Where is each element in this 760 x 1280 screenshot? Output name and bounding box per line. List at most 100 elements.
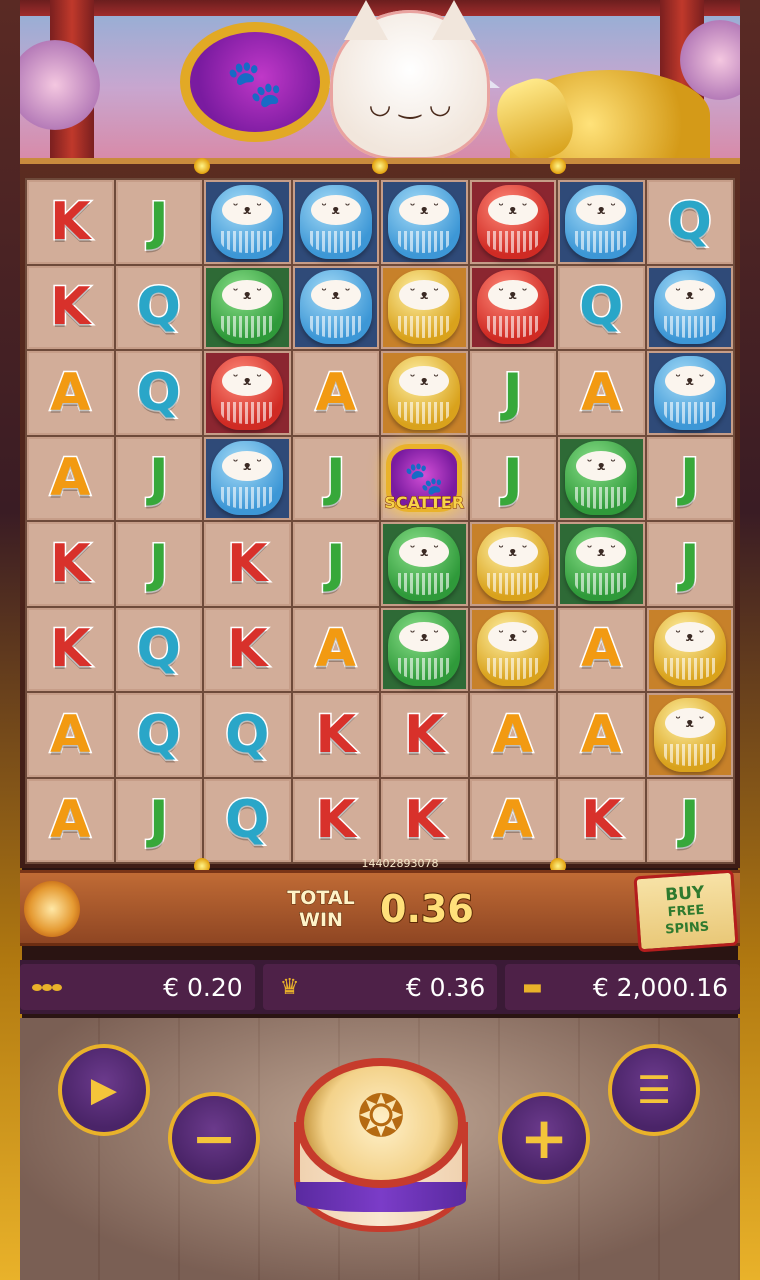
grid-cell: ˘ ᴥ ˘ <box>469 607 556 691</box>
symbol-q: Q <box>135 704 182 765</box>
grid-cell: J <box>469 436 556 520</box>
symbol-q: Q <box>135 277 182 338</box>
symbol-a: A <box>49 704 92 765</box>
daruma-face: ˘ ᴥ ˘ <box>487 280 538 311</box>
daruma-blue-icon: ˘ ᴥ ˘ <box>211 441 284 516</box>
grid-cell: ˘ ᴥ ˘ <box>558 522 645 606</box>
grid-cell: ˘ ᴥ ˘ <box>204 180 291 264</box>
paw-icon: 🐾 <box>226 56 284 110</box>
grid-cell: K <box>558 778 645 862</box>
daruma-face: ˘ ᴥ ˘ <box>399 622 450 653</box>
grid-cell: ˘ ᴥ ˘ <box>469 522 556 606</box>
spin-button[interactable]: ❂ <box>276 1042 486 1252</box>
daruma-belly <box>486 658 539 681</box>
daruma-belly <box>575 230 628 253</box>
daruma-face: ˘ ᴥ ˘ <box>399 280 450 311</box>
total-win-value: 0.36 <box>379 886 475 932</box>
daruma-blue-icon: ˘ ᴥ ˘ <box>565 184 638 259</box>
daruma-red-icon: ˘ ᴥ ˘ <box>476 184 549 259</box>
play-cycle-icon: ▶ <box>90 1070 118 1110</box>
gem-icon <box>550 158 566 174</box>
symbol-j: J <box>679 533 701 594</box>
daruma-belly <box>663 401 716 424</box>
increase-bet-button[interactable]: + <box>498 1092 590 1184</box>
grid-cell: ˘ ᴥ ˘ <box>204 436 291 520</box>
decrease-bet-button[interactable]: − <box>168 1092 260 1184</box>
symbol-k: K <box>314 704 357 765</box>
symbol-j: J <box>325 533 347 594</box>
grid-cell: A <box>469 693 556 777</box>
daruma-blue-icon: ˘ ᴥ ˘ <box>299 184 372 259</box>
symbol-k: K <box>49 533 92 594</box>
symbol-a: A <box>580 362 623 423</box>
symbol-k: K <box>49 191 92 252</box>
symbol-a: A <box>580 619 623 680</box>
symbol-k: K <box>226 619 269 680</box>
total-win-label-line1: TOTAL <box>287 887 355 910</box>
cat-face-icon: ◡ ‿ ◡ <box>368 90 452 120</box>
daruma-face: ˘ ᴥ ˘ <box>487 622 538 653</box>
lucky-cat-mascot: ◡ ‿ ◡ <box>330 0 490 160</box>
symbol-j: J <box>679 790 701 851</box>
autoplay-button[interactable]: ▶ <box>58 1044 150 1136</box>
grid-cell: K <box>27 180 114 264</box>
grid-cell: A <box>27 351 114 435</box>
grid-cell: K <box>292 693 379 777</box>
daruma-belly <box>309 230 362 253</box>
daruma-belly <box>398 316 451 339</box>
win-bar: TOTAL WIN 0.36 BUY FREE SPINS <box>20 869 740 953</box>
grid-cell: ˘ ᴥ ˘ <box>646 607 733 691</box>
left-edge <box>0 0 22 1280</box>
bet-display: € 0.20 <box>20 964 255 1010</box>
grid-cell: A <box>27 778 114 862</box>
grid-cell: ˘ ᴥ ˘ <box>292 180 379 264</box>
grid-cell: ˘ ᴥ ˘ <box>558 180 645 264</box>
buy-free-spins-button[interactable]: BUY FREE SPINS <box>633 869 739 953</box>
daruma-belly <box>398 572 451 595</box>
grid-cell: ˘ ᴥ ˘ <box>646 265 733 349</box>
symbol-j: J <box>325 448 347 509</box>
grid-cell: K <box>27 265 114 349</box>
cat-ear <box>432 0 476 40</box>
daruma-face: ˘ ᴥ ˘ <box>664 707 715 738</box>
daruma-belly <box>398 230 451 253</box>
grid-cell: Q <box>204 693 291 777</box>
grid-cell: J <box>115 522 202 606</box>
daruma-face: ˘ ᴥ ˘ <box>222 451 273 482</box>
grid-cell: ˘ ᴥ ˘ <box>381 607 468 691</box>
bet-value: € 0.20 <box>163 972 243 1002</box>
right-edge <box>738 0 760 1280</box>
grid-cell: K <box>27 522 114 606</box>
symbol-a: A <box>49 448 92 509</box>
daruma-gold-icon: ˘ ᴥ ˘ <box>476 612 549 687</box>
symbol-a: A <box>314 619 357 680</box>
grid-cell: A <box>558 351 645 435</box>
daruma-belly <box>575 487 628 510</box>
win-display: ♛ € 0.36 <box>262 964 498 1010</box>
daruma-face: ˘ ᴥ ˘ <box>399 194 450 225</box>
grid-cell: J <box>115 436 202 520</box>
grid-cell: A <box>27 436 114 520</box>
symbol-k: K <box>49 277 92 338</box>
daruma-red-icon: ˘ ᴥ ˘ <box>211 355 284 430</box>
daruma-belly <box>221 316 274 339</box>
spins-label: SPINS <box>664 918 710 937</box>
grid-cell: K <box>27 607 114 691</box>
symbol-k: K <box>580 790 623 851</box>
gem-icon <box>194 158 210 174</box>
symbol-j: J <box>148 448 170 509</box>
symbol-a: A <box>491 790 534 851</box>
menu-button[interactable]: ☰ <box>608 1044 700 1136</box>
grid-cell: ˘ ᴥ ˘ <box>646 693 733 777</box>
symbol-q: Q <box>578 277 625 338</box>
grid-cell: J <box>115 180 202 264</box>
grid-cell: Q <box>115 607 202 691</box>
daruma-belly <box>486 230 539 253</box>
daruma-blue-icon: ˘ ᴥ ˘ <box>299 270 372 345</box>
daruma-face: ˘ ᴥ ˘ <box>222 365 273 396</box>
daruma-belly <box>221 487 274 510</box>
menu-icon: ☰ <box>636 1068 672 1112</box>
symbol-k: K <box>226 533 269 594</box>
cat-ear <box>344 0 388 40</box>
total-win-label-line2: WIN <box>299 909 344 932</box>
